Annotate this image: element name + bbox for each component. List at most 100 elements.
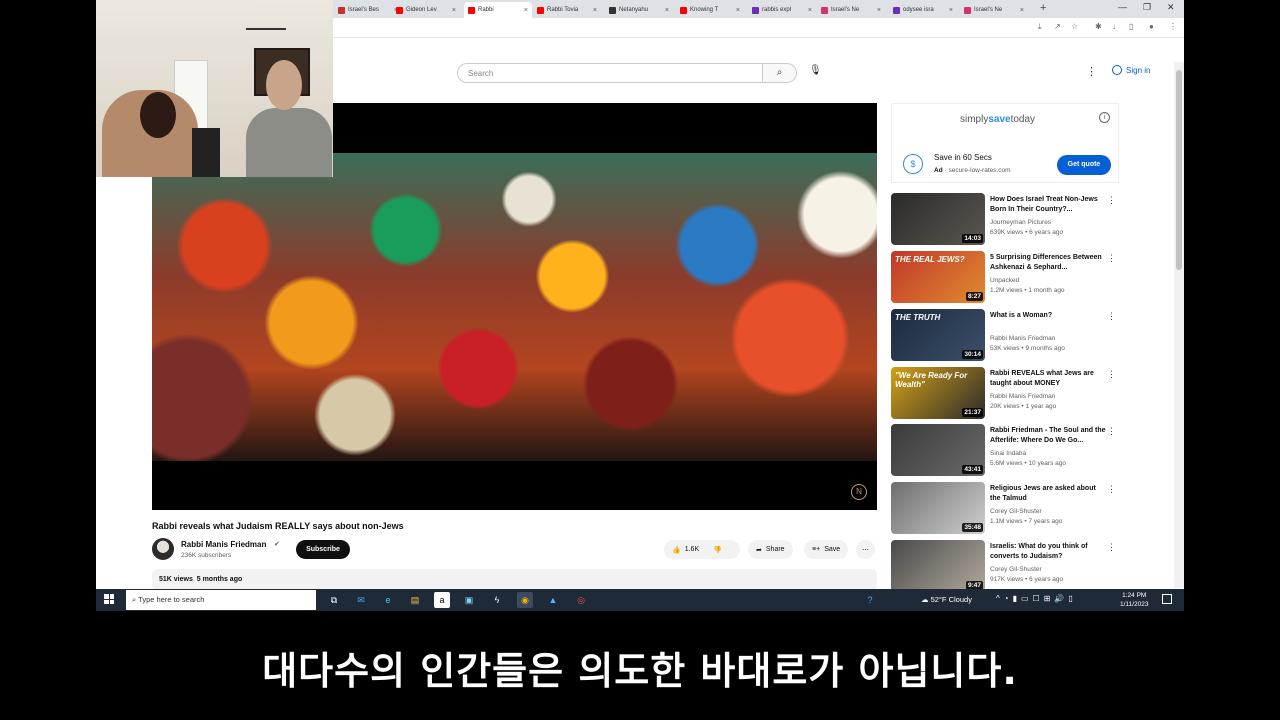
browser-tab[interactable]: odysee isra × [889,2,957,18]
related-video-channel[interactable]: Rabbi Manis Friedman [990,393,1055,400]
store-icon[interactable]: ▣ [461,592,477,608]
related-video-title[interactable]: Rabbi REVEALS what Jews are taught about… [990,369,1106,389]
tab-close-icon[interactable]: × [665,7,669,14]
page-scrollbar[interactable] [1174,62,1184,588]
ad-card[interactable]: simplysavetoday i $ Save in 60 Secs Ad ·… [891,103,1119,183]
search-input[interactable]: Search [457,63,763,83]
tab-close-icon[interactable]: × [877,7,881,14]
browser-tab[interactable]: Gideon Lev × [392,2,460,18]
chrome-icon[interactable]: ◉ [517,592,533,608]
channel-name[interactable]: Rabbi Manis Friedman [181,540,266,549]
like-icon[interactable]: 👍 [672,546,681,554]
browser-menu-icon[interactable]: ⋮ [1169,22,1177,31]
tab-close-icon[interactable]: × [808,7,812,14]
new-tab-button[interactable]: + [1040,2,1046,14]
more-options-icon[interactable]: ⋮ [1107,542,1116,553]
more-options-icon[interactable]: ⋮ [1086,65,1097,78]
recorder-icon[interactable]: ◎ [573,592,589,608]
more-options-icon[interactable]: ⋮ [1107,253,1116,264]
related-video-channel[interactable]: Corey Gil-Shuster [990,566,1042,573]
related-video-item[interactable]: THE TRUTH 30:14 What is a Woman? Rabbi Mani… [891,309,1119,363]
related-video-channel[interactable]: Journeyman Pictures [990,219,1051,226]
browser-tab[interactable]: Rabbi × [464,2,532,18]
app-lightning-icon[interactable]: ϟ [489,592,505,608]
browser-tab[interactable]: Knowing T × [676,2,744,18]
related-video-title[interactable]: Religious Jews are asked about the Talmu… [990,484,1106,504]
windows-start-icon[interactable] [104,594,114,604]
install-icon[interactable]: ⤓ [1038,22,1042,32]
tab-close-icon[interactable]: × [452,7,456,14]
related-video-channel[interactable]: Unpacked [990,277,1019,284]
browser-tab[interactable]: Rabbi Tovia × [533,2,601,18]
file-explorer-icon[interactable]: ▤ [407,592,423,608]
ad-cta-button[interactable]: Get quote [1057,155,1111,175]
tab-close-icon[interactable]: × [593,7,597,14]
related-video-item[interactable]: 9:47 Israelis: What do you think of conve… [891,540,1119,594]
description-box[interactable]: 51K views 5 months ago [152,569,877,591]
profile-icon[interactable]: ● [1149,22,1154,31]
sidebar-icon[interactable]: ▯ [1129,22,1133,31]
video-thumbnail[interactable]: 14:03 [891,193,985,245]
tab-close-icon[interactable]: × [736,7,740,14]
browser-tab[interactable]: Netanyahu × [605,2,673,18]
clock[interactable]: 1:24 PM 1/11/2023 [1120,591,1148,609]
video-thumbnail[interactable]: 9:47 [891,540,985,592]
browser-tab[interactable]: Israel's Ne × [817,2,885,18]
share-button[interactable]: ➦ Share [748,540,793,559]
maximize-icon[interactable]: ❐ [1143,2,1151,13]
search-icon[interactable]: ⌕ [763,63,797,83]
minimize-icon[interactable]: — [1118,2,1127,12]
related-video-item[interactable]: "We Are Ready For Wealth" 21:37 Rabbi REVE… [891,367,1119,421]
more-options-icon[interactable]: ⋮ [1107,369,1116,380]
more-options-icon[interactable]: ⋮ [1107,195,1116,206]
related-video-channel[interactable]: Corey Gil-Shuster [990,508,1042,515]
close-window-icon[interactable]: ✕ [1167,2,1175,13]
video-thumbnail[interactable]: THE TRUTH 30:14 [891,309,985,361]
related-video-channel[interactable]: Sinai Indaba [990,450,1026,457]
channel-avatar[interactable] [152,538,174,560]
related-video-title[interactable]: Israelis: What do you think of converts … [990,542,1106,562]
related-video-item[interactable]: THE REAL JEWS? 8:27 5 Surprising Differenc… [891,251,1119,305]
related-video-title[interactable]: 5 Surprising Differences Between Ashkena… [990,253,1106,273]
sign-in-button[interactable]: Sign in [1112,65,1150,75]
related-video-item[interactable]: 14:03 How Does Israel Treat Non-Jews Born… [891,193,1119,247]
system-tray-icons[interactable]: ^◔▮▭☐⊞🔊▯ [996,594,1077,603]
video-thumbnail[interactable]: 35:48 [891,482,985,534]
help-icon[interactable]: ? [862,592,878,608]
tab-close-icon[interactable]: × [524,7,528,14]
related-video-title[interactable]: How Does Israel Treat Non-Jews Born In T… [990,195,1106,215]
tab-close-icon[interactable]: × [949,7,953,14]
photos-icon[interactable]: ▲ [545,592,561,608]
bookmark-star-icon[interactable]: ☆ [1071,22,1078,31]
scrollbar-thumb[interactable] [1176,70,1182,270]
save-button[interactable]: ≡+ Save [804,540,849,559]
like-count[interactable]: 1.6K [685,546,699,553]
tab-close-icon[interactable]: × [1020,7,1024,14]
more-options-icon[interactable]: ⋮ [1107,311,1116,322]
notifications-icon[interactable] [1162,594,1172,604]
browser-tab[interactable]: rabbis expl × [748,2,816,18]
related-video-title[interactable]: What is a Woman? [990,311,1106,321]
ad-info-icon[interactable]: i [1099,112,1110,123]
browser-tab[interactable]: Israel's Ne × [960,2,1028,18]
more-options-icon[interactable]: ⋮ [1107,484,1116,495]
microphone-icon[interactable]: 🎙 [809,65,822,76]
related-video-title[interactable]: Rabbi Friedman - The Soul and the Afterl… [990,426,1106,446]
amazon-icon[interactable]: a [434,592,450,608]
taskbar-search-input[interactable]: ⌕ Type here to search [126,590,316,610]
subscribe-button[interactable]: Subscribe [296,540,350,559]
related-video-item[interactable]: 35:48 Religious Jews are asked about the … [891,482,1119,536]
download-icon[interactable]: ↓ [1112,22,1116,31]
video-thumbnail[interactable]: THE REAL JEWS? 8:27 [891,251,985,303]
video-thumbnail[interactable]: 43:41 [891,424,985,476]
edge-icon[interactable]: e [380,592,396,608]
share-icon[interactable]: ↗ [1054,22,1061,31]
related-video-item[interactable]: 43:41 Rabbi Friedman - The Soul and the A… [891,424,1119,478]
more-actions-button[interactable]: ⋯ [856,540,875,559]
mail-icon[interactable]: ✉ [353,592,369,608]
extensions-icon[interactable]: ✱ [1095,22,1102,31]
task-view-icon[interactable]: ⧉ [326,592,342,608]
more-options-icon[interactable]: ⋮ [1107,426,1116,437]
related-video-channel[interactable]: Rabbi Manis Friedman [990,335,1055,342]
video-thumbnail[interactable]: "We Are Ready For Wealth" 21:37 [891,367,985,419]
